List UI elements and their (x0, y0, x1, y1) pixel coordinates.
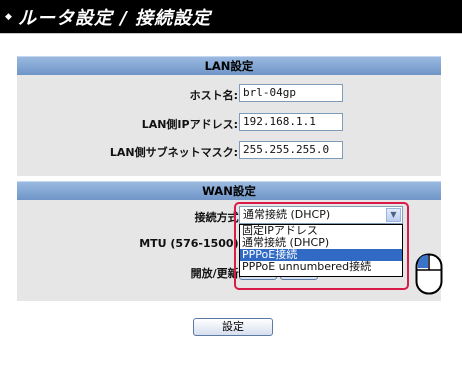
mtu-label: MTU (576-1500): (139, 237, 243, 250)
mouse-icon (415, 253, 443, 295)
connection-method-dropdown[interactable]: 固定IPアドレス 通常接続 (DHCP) PPPoE接続 PPPoE unnum… (239, 224, 403, 277)
lan-subnet-label: LAN側サブネットマスク: (109, 146, 238, 159)
wan-settings-heading: WAN設定 (17, 181, 441, 200)
connection-method-value: 通常接続 (DHCP) (243, 208, 331, 221)
submit-button[interactable]: 設定 (193, 318, 273, 336)
lan-settings-heading: LAN設定 (17, 56, 441, 75)
page-title: ルータ設定 / 接続設定 (18, 8, 212, 29)
dropdown-option-pppoe-unnumbered[interactable]: PPPoE unnumbered接続 (240, 261, 402, 273)
lan-settings-panel: LAN設定 ホスト名: brl-04gp LAN側IPアドレス: 192.168… (17, 56, 441, 176)
host-name-label: ホスト名: (189, 89, 238, 102)
lan-subnet-input[interactable]: 255.255.255.0 (239, 141, 343, 159)
lan-ip-input[interactable]: 192.168.1.1 (239, 113, 343, 131)
lan-ip-label: LAN側IPアドレス: (141, 118, 238, 131)
page-header: ◆ ルータ設定 / 接続設定 (0, 0, 462, 33)
chevron-down-icon[interactable]: ▼ (386, 208, 401, 222)
connection-method-select[interactable]: 通常接続 (DHCP) ▼ (239, 206, 403, 224)
host-name-input[interactable]: brl-04gp (239, 84, 343, 102)
frame-divider (0, 33, 462, 34)
header-bullet-icon: ◆ (5, 12, 12, 22)
